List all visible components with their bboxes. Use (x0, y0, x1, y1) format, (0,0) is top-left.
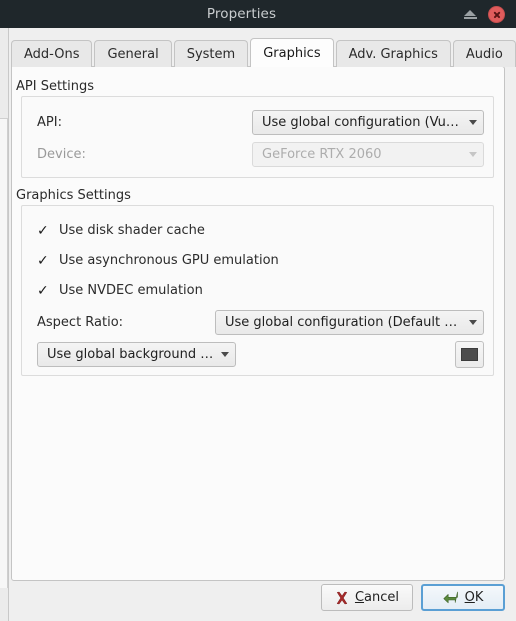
ok-button[interactable]: OK (421, 584, 505, 611)
aspect-ratio-dropdown-value: Use global configuration (Default (16:9) (225, 315, 462, 330)
chevron-down-icon (469, 320, 477, 325)
checkbox-label: Use disk shader cache (59, 223, 205, 238)
window-controls (463, 5, 516, 23)
api-dropdown-value: Use global configuration (Vulkan) (262, 115, 462, 130)
cancel-button-label: Cancel (355, 590, 399, 605)
check-icon: ✓ (37, 222, 49, 239)
api-settings-group-title: API Settings (16, 79, 95, 94)
checkbox-label: Use asynchronous GPU emulation (59, 253, 279, 268)
ok-label-rest: K (474, 590, 484, 605)
tab-graphics[interactable]: Graphics (250, 38, 334, 67)
tab-add-ons[interactable]: Add-Ons (11, 40, 93, 67)
chevron-down-icon (221, 352, 229, 357)
background-color-picker-button[interactable] (455, 341, 484, 368)
aspect-ratio-label: Aspect Ratio: (37, 315, 124, 330)
close-x-icon[interactable] (488, 5, 505, 23)
device-dropdown: GeForce RTX 2060 (252, 142, 484, 167)
api-label: API: (37, 115, 62, 130)
tab-bar: Add-Ons General System Graphics Adv. Gra… (11, 38, 516, 67)
window-title: Properties (206, 6, 277, 22)
check-icon: ✓ (37, 252, 49, 269)
tab-audio[interactable]: Audio (452, 40, 516, 67)
chevron-down-icon (469, 120, 477, 125)
cancel-button[interactable]: Cancel (320, 584, 413, 611)
tab-system[interactable]: System (173, 40, 249, 67)
enter-arrow-icon (443, 591, 458, 603)
properties-dialog: Properties Add-Ons General System Graphi… (0, 0, 516, 621)
shade-triangle-icon[interactable] (463, 7, 478, 22)
color-swatch-icon (461, 348, 478, 361)
api-dropdown[interactable]: Use global configuration (Vulkan) (252, 110, 484, 135)
graphics-settings-group-title: Graphics Settings (16, 188, 131, 203)
background-window-panel-sliver (0, 118, 8, 588)
device-dropdown-value: GeForce RTX 2060 (262, 147, 382, 162)
ok-mnemonic: O (464, 590, 475, 605)
chevron-down-icon (469, 152, 477, 157)
checkbox-use-nvdec-emulation[interactable]: ✓ Use NVDEC emulation (37, 283, 203, 298)
background-color-mode-dropdown[interactable]: Use global background color (37, 342, 236, 367)
dialog-button-bar: Cancel OK (320, 584, 505, 611)
cancel-label-rest: ancel (364, 590, 399, 605)
background-color-mode-value: Use global background color (47, 347, 214, 362)
checkbox-use-disk-shader-cache[interactable]: ✓ Use disk shader cache (37, 223, 205, 238)
ok-button-label: OK (465, 590, 484, 605)
checkbox-use-asynchronous-gpu-emulation[interactable]: ✓ Use asynchronous GPU emulation (37, 253, 279, 268)
checkbox-label: Use NVDEC emulation (59, 283, 203, 298)
tab-adv-graphics[interactable]: Adv. Graphics (335, 40, 451, 67)
aspect-ratio-dropdown[interactable]: Use global configuration (Default (16:9) (215, 310, 484, 335)
check-icon: ✓ (37, 282, 49, 299)
tab-general[interactable]: General (94, 40, 172, 67)
device-label: Device: (37, 147, 86, 162)
cancel-mnemonic: C (354, 590, 365, 605)
cancel-x-icon (336, 591, 348, 604)
title-bar: Properties (0, 0, 516, 28)
background-window-sliver (0, 28, 9, 621)
